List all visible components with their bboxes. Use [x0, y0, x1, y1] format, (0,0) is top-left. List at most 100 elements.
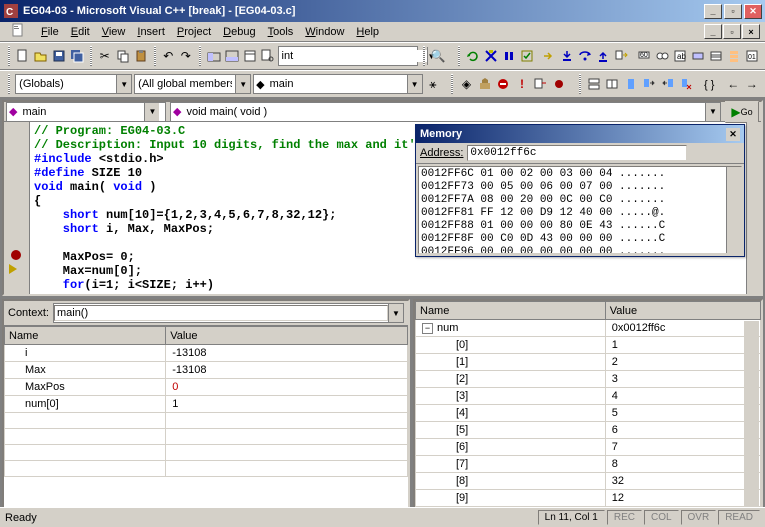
memory-close-button[interactable]: ✕ [726, 128, 740, 141]
memory-scrollbar[interactable] [726, 167, 741, 253]
find-combo[interactable]: ▼ [278, 46, 418, 66]
quickwatch-button[interactable]: 60 [636, 45, 652, 67]
variables-button[interactable]: ab [672, 45, 688, 67]
tile-button[interactable] [586, 73, 603, 95]
bookmark-next-button[interactable] [641, 73, 658, 95]
toolbar-grip[interactable] [8, 46, 10, 66]
menu-edit[interactable]: Edit [65, 24, 96, 40]
menu-debug[interactable]: Debug [217, 24, 261, 40]
col-name[interactable]: Name [5, 327, 166, 345]
class-combo[interactable]: ◆ ▼ [6, 102, 166, 122]
workspace-button[interactable] [206, 45, 222, 67]
menu-help[interactable]: Help [350, 24, 385, 40]
mdirestore-button[interactable]: ▫ [723, 24, 741, 39]
function-combo[interactable]: ◆ ▼ [253, 74, 422, 94]
open-button[interactable] [33, 45, 49, 67]
toolbar-grip[interactable] [451, 74, 453, 94]
find-in-files-button[interactable] [260, 45, 276, 67]
toolbar-grip[interactable] [90, 46, 92, 66]
search-button[interactable]: 🔍 [430, 45, 447, 67]
step-into-button[interactable] [559, 45, 575, 67]
memory-button[interactable] [708, 45, 724, 67]
func-combo[interactable]: ◆ ▼ [170, 102, 721, 122]
memory-titlebar[interactable]: Memory ✕ [416, 125, 744, 143]
toolbar-grip[interactable] [423, 46, 425, 66]
restart-button[interactable] [465, 45, 481, 67]
menu-file[interactable]: File [35, 24, 65, 40]
execute-button[interactable]: ! [514, 73, 531, 95]
context-input[interactable] [54, 305, 388, 321]
registers-button[interactable] [690, 45, 706, 67]
watch-button[interactable] [654, 45, 670, 67]
scope-combo[interactable]: ▼ [15, 74, 132, 94]
find-input[interactable] [279, 50, 427, 62]
function-input[interactable] [267, 78, 407, 90]
col-value[interactable]: Value [605, 302, 760, 320]
break-button[interactable] [501, 45, 517, 67]
watch-scrollbar[interactable] [744, 321, 759, 507]
save-button[interactable] [51, 45, 67, 67]
toolbar-grip[interactable] [154, 46, 156, 66]
menu-window[interactable]: Window [299, 24, 350, 40]
close-button[interactable]: ✕ [744, 4, 762, 19]
step-over-button[interactable] [577, 45, 593, 67]
toolbar-grip[interactable] [8, 74, 10, 94]
output-button[interactable] [224, 45, 240, 67]
watch-table[interactable]: NameValue −num0x0012ff6c [0]1 [1]2 [2]3 … [415, 301, 761, 507]
scope-input[interactable] [16, 78, 116, 90]
step-out-button[interactable] [595, 45, 611, 67]
func-input[interactable] [183, 106, 705, 118]
class-input[interactable] [19, 106, 144, 118]
breakpoint-marker[interactable] [11, 250, 21, 260]
compile-button[interactable]: ◈ [458, 73, 475, 95]
redo-button[interactable]: ↷ [178, 45, 193, 67]
dropdown-icon[interactable]: ▼ [388, 304, 403, 322]
build-button[interactable] [477, 73, 494, 95]
window-list-button[interactable] [242, 45, 258, 67]
members-combo[interactable]: ▼ [134, 74, 251, 94]
toolbar-grip[interactable] [579, 74, 581, 94]
new-button[interactable] [15, 45, 31, 67]
dropdown-icon[interactable]: ▼ [705, 103, 720, 121]
copy-button[interactable] [115, 45, 131, 67]
callstack-button[interactable] [726, 45, 742, 67]
variables-table[interactable]: NameValue i-13108 Max-13108 MaxPos0 num[… [4, 326, 408, 507]
nav-fwd-button[interactable]: → [744, 73, 761, 95]
go-button[interactable] [532, 73, 549, 95]
mdiclose-button[interactable]: × [742, 24, 760, 39]
bookmark-toggle-button[interactable] [623, 73, 640, 95]
properties-button[interactable] [604, 73, 621, 95]
members-input[interactable] [135, 78, 235, 90]
memory-dump[interactable]: 0012FF6C 01 00 02 00 03 00 04 .......001… [418, 166, 742, 254]
editor-gutter[interactable] [4, 122, 30, 294]
nav-back-button[interactable]: ← [725, 73, 742, 95]
stop-build-button[interactable] [495, 73, 512, 95]
toolbar-grip[interactable] [458, 46, 460, 66]
memory-address-input[interactable] [467, 145, 687, 161]
save-all-button[interactable] [69, 45, 85, 67]
menu-tools[interactable]: Tools [262, 24, 300, 40]
breakpoint-button[interactable] [551, 73, 568, 95]
apply-changes-button[interactable] [519, 45, 535, 67]
undo-button[interactable]: ↶ [161, 45, 176, 67]
bookmark-clear-button[interactable] [678, 73, 695, 95]
toolbar-grip[interactable] [199, 46, 201, 66]
maximize-button[interactable]: ▫ [724, 4, 742, 19]
go-button[interactable]: ▶Go [725, 101, 759, 123]
paste-button[interactable] [133, 45, 149, 67]
dropdown-icon[interactable]: ▼ [407, 75, 422, 93]
col-value[interactable]: Value [166, 327, 408, 345]
col-name[interactable]: Name [416, 302, 606, 320]
run-to-cursor-button[interactable] [613, 45, 629, 67]
tree-collapse-icon[interactable]: − [422, 323, 433, 334]
find-brace-button[interactable]: { } [702, 73, 719, 95]
menu-view[interactable]: View [96, 24, 132, 40]
wizard-action-button[interactable]: ⚹ [425, 73, 442, 95]
dropdown-icon[interactable]: ▼ [144, 103, 159, 121]
minimize-button[interactable]: _ [704, 4, 722, 19]
show-next-button[interactable] [541, 45, 557, 67]
stop-debug-button[interactable] [483, 45, 499, 67]
dropdown-icon[interactable]: ▼ [116, 75, 131, 93]
disassembly-button[interactable]: 01 [744, 45, 760, 67]
editor-scrollbar[interactable] [746, 122, 761, 294]
